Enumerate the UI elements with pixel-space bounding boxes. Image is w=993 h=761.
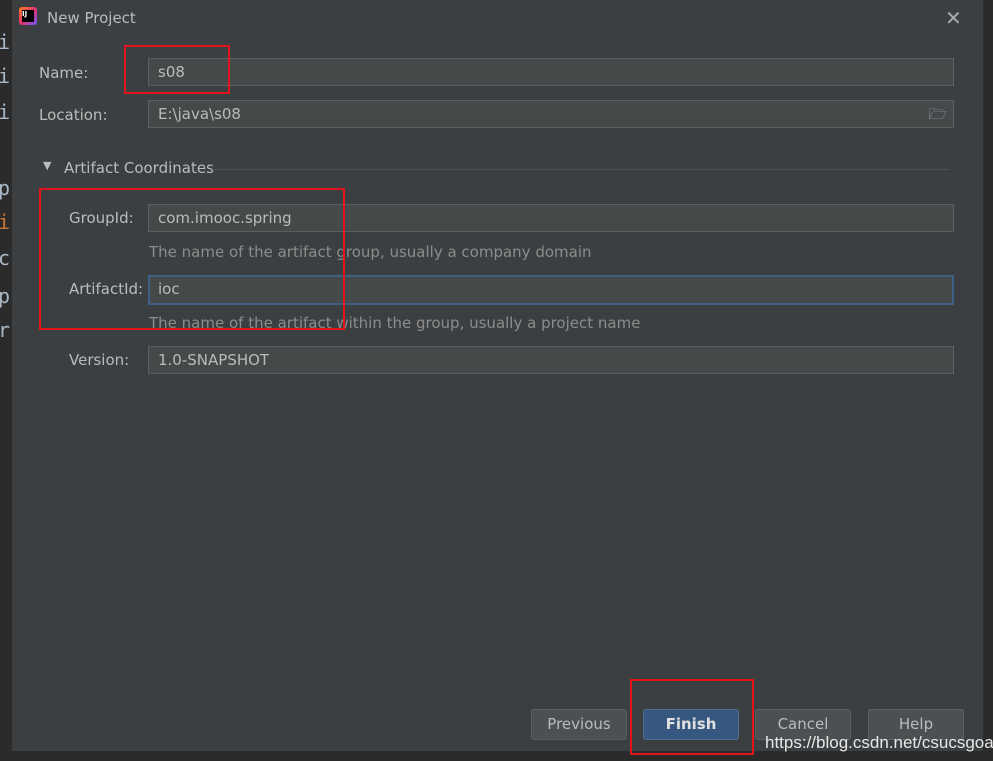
name-input[interactable]: s08 bbox=[148, 58, 954, 86]
highlight-finish bbox=[630, 679, 754, 755]
editor-char: r bbox=[0, 318, 11, 342]
editor-char: i bbox=[0, 210, 11, 234]
new-project-dialog: IJ New Project ✕ Name: s08 Location: E:\… bbox=[12, 0, 983, 751]
intellij-logo-icon: IJ bbox=[19, 7, 37, 25]
version-label: Version: bbox=[69, 351, 130, 369]
location-label: Location: bbox=[39, 106, 108, 124]
highlight-coordinates bbox=[39, 188, 345, 330]
editor-char: p bbox=[0, 176, 11, 200]
editor-char: i bbox=[0, 64, 11, 88]
editor-char: c bbox=[0, 246, 11, 270]
editor-char: p bbox=[0, 284, 11, 308]
folder-icon[interactable]: 🗁 bbox=[928, 101, 947, 127]
collapse-triangle-icon[interactable]: ▼ bbox=[43, 159, 51, 172]
location-input[interactable]: E:\java\s08 🗁 bbox=[148, 100, 954, 128]
name-label: Name: bbox=[39, 64, 89, 82]
artifact-coordinates-section[interactable]: Artifact Coordinates bbox=[64, 159, 214, 177]
editor-char: i bbox=[0, 100, 11, 124]
watermark: https://blog.csdn.net/csucsgoat bbox=[765, 733, 993, 752]
section-divider bbox=[212, 169, 950, 170]
previous-button[interactable]: Previous bbox=[531, 709, 627, 740]
highlight-name bbox=[124, 45, 230, 94]
editor-char: i bbox=[0, 30, 11, 54]
editor-background: i i i p i c p r bbox=[0, 0, 12, 761]
dialog-title: New Project bbox=[47, 9, 136, 27]
close-icon[interactable]: ✕ bbox=[945, 6, 962, 30]
version-input[interactable]: 1.0-SNAPSHOT bbox=[148, 346, 954, 374]
location-value: E:\java\s08 bbox=[158, 105, 241, 123]
